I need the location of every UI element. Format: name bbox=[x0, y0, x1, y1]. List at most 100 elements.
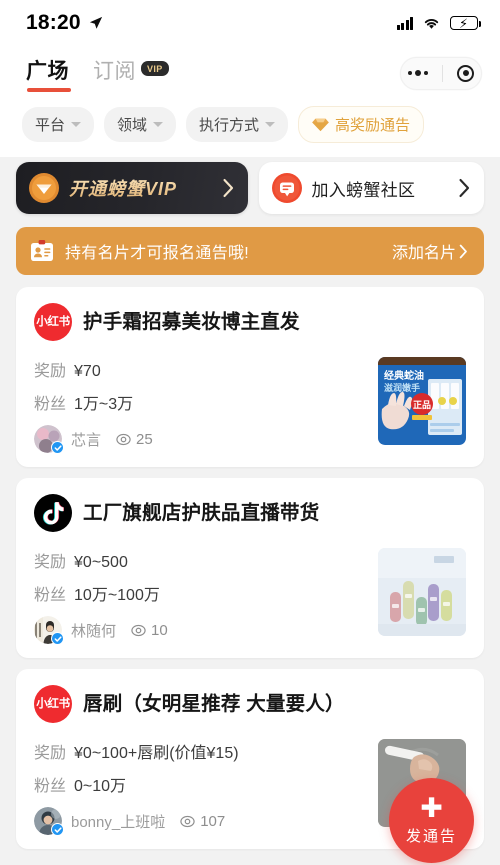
card-header: 小红书 护手霜招募美妆博主直发 bbox=[34, 303, 466, 341]
add-business-card-action[interactable]: 添加名片 bbox=[392, 239, 468, 263]
announcement-feed: 小红书 护手霜招募美妆博主直发 奖励 ¥70 粉丝 1万~3万 芯言 25 经典… bbox=[0, 275, 500, 849]
filter-bar: 平台 领域 执行方式 高奖励通告 bbox=[0, 100, 500, 157]
eye-icon bbox=[116, 433, 131, 445]
business-card-notice-bar[interactable]: 持有名片才可报名通告哦! 添加名片 bbox=[16, 227, 484, 275]
filter-platform[interactable]: 平台 bbox=[22, 107, 95, 142]
tab-plaza-label: 广场 bbox=[26, 59, 69, 83]
xiaohongshu-platform-icon: 小红书 bbox=[34, 685, 72, 723]
open-vip-banner[interactable]: 开通螃蟹VIP bbox=[16, 162, 248, 214]
cellular-signal-icon bbox=[396, 16, 413, 30]
card-meta: 奖励 ¥70 粉丝 1万~3万 芯言 25 bbox=[34, 357, 366, 454]
more-dots-icon[interactable] bbox=[408, 70, 428, 76]
chevron-right-icon bbox=[222, 178, 235, 198]
miniprogram-capsule[interactable] bbox=[400, 56, 482, 90]
id-card-icon bbox=[31, 240, 53, 261]
view-count: 107 bbox=[180, 813, 225, 830]
avatar bbox=[34, 807, 64, 836]
reward-label: 奖励 bbox=[34, 363, 67, 380]
join-community-banner[interactable]: 加入螃蟹社区 bbox=[258, 162, 484, 214]
svg-text:经典蛇油: 经典蛇油 bbox=[384, 369, 424, 382]
filter-field[interactable]: 领域 bbox=[104, 107, 177, 142]
fans-label: 粉丝 bbox=[34, 778, 67, 795]
diamond-icon bbox=[312, 118, 329, 132]
author-name: 芯言 bbox=[71, 431, 102, 449]
verified-badge-icon bbox=[51, 632, 64, 645]
battery-charging-icon: ⚡ bbox=[450, 16, 482, 31]
filter-execution-mode[interactable]: 执行方式 bbox=[186, 107, 289, 142]
tab-subscribe[interactable]: 订阅 VIP bbox=[93, 55, 169, 92]
reward-row: 奖励 ¥70 bbox=[34, 357, 366, 381]
tab-plaza[interactable]: 广场 bbox=[26, 55, 71, 92]
thumbnail-image bbox=[378, 548, 466, 636]
card-author[interactable]: bonny_上班啦 107 bbox=[34, 807, 366, 836]
vip-shield-icon bbox=[29, 173, 59, 203]
reward-value: ¥70 bbox=[74, 363, 101, 380]
card-author[interactable]: 林随何 10 bbox=[34, 616, 366, 645]
view-count: 25 bbox=[116, 431, 153, 448]
card-thumbnail[interactable]: 经典蛇油 滋润嫩手 正品 bbox=[378, 357, 466, 445]
status-bar-right: ⚡ bbox=[396, 16, 482, 31]
post-announcement-label: 发通告 bbox=[405, 828, 457, 845]
eye-icon bbox=[131, 624, 146, 636]
card-header: 工厂旗舰店护肤品直播带货 bbox=[34, 494, 466, 532]
vip-badge: VIP bbox=[141, 61, 169, 76]
author-name: bonny_上班啦 bbox=[71, 813, 166, 831]
wifi-icon bbox=[424, 18, 439, 29]
chevron-down-icon bbox=[71, 122, 82, 127]
eye-icon bbox=[180, 815, 195, 827]
author-name: 林随何 bbox=[71, 622, 117, 640]
announcement-card[interactable]: 工厂旗舰店护肤品直播带货 奖励 ¥0~500 粉丝 10万~100万 林随何 1… bbox=[16, 478, 484, 658]
douyin-platform-icon bbox=[34, 494, 72, 532]
open-vip-label: 开通螃蟹VIP bbox=[69, 175, 177, 201]
view-count-value: 10 bbox=[151, 621, 168, 639]
svg-text:正品: 正品 bbox=[413, 400, 431, 411]
reward-value: ¥0~100+唇刷(价值¥15) bbox=[74, 745, 239, 762]
chevron-down-icon bbox=[265, 122, 276, 127]
fans-value: 0~10万 bbox=[74, 778, 127, 795]
join-community-label: 加入螃蟹社区 bbox=[311, 180, 416, 200]
reward-row: 奖励 ¥0~500 bbox=[34, 548, 366, 572]
chat-bubble-icon bbox=[271, 173, 302, 203]
fans-label: 粉丝 bbox=[34, 587, 67, 604]
chevron-right-icon bbox=[458, 178, 471, 198]
card-title: 工厂旗舰店护肤品直播带货 bbox=[83, 501, 320, 524]
card-thumbnail[interactable] bbox=[378, 548, 466, 636]
verified-badge-icon bbox=[51, 823, 64, 836]
thumbnail-image: 经典蛇油 滋润嫩手 正品 bbox=[378, 357, 466, 445]
status-bar-left: 18:20 bbox=[26, 11, 103, 35]
card-meta: 奖励 ¥0~100+唇刷(价值¥15) 粉丝 0~10万 bonny_上班啦 1… bbox=[34, 739, 366, 836]
location-arrow-icon bbox=[89, 16, 102, 29]
filter-high-reward[interactable]: 高奖励通告 bbox=[298, 106, 425, 143]
post-announcement-fab[interactable]: ✚ 发通告 bbox=[389, 778, 474, 863]
filter-platform-label: 平台 bbox=[35, 117, 66, 134]
add-business-card-label: 添加名片 bbox=[391, 245, 456, 262]
xiaohongshu-platform-icon: 小红书 bbox=[34, 303, 72, 341]
card-body: 奖励 ¥70 粉丝 1万~3万 芯言 25 经典蛇油 滋润嫩手 正品 bbox=[34, 357, 466, 454]
avatar bbox=[34, 425, 64, 454]
announcement-card[interactable]: 小红书 护手霜招募美妆博主直发 奖励 ¥70 粉丝 1万~3万 芯言 25 经典… bbox=[16, 287, 484, 467]
tab-bar: 广场 订阅 VIP bbox=[26, 55, 169, 92]
view-count-value: 107 bbox=[200, 812, 226, 830]
card-body: 奖励 ¥0~500 粉丝 10万~100万 林随何 10 bbox=[34, 548, 466, 645]
verified-badge-icon bbox=[51, 441, 64, 454]
plus-icon: ✚ bbox=[420, 793, 443, 823]
card-title: 护手霜招募美妆博主直发 bbox=[83, 310, 300, 333]
target-circle-icon[interactable] bbox=[457, 64, 474, 82]
filter-execution-mode-label: 执行方式 bbox=[199, 117, 260, 134]
tab-subscribe-label: 订阅 bbox=[93, 59, 136, 83]
chevron-right-icon bbox=[459, 244, 467, 258]
card-author[interactable]: 芯言 25 bbox=[34, 425, 366, 454]
card-title: 唇刷（女明星推荐 大量要人） bbox=[83, 692, 345, 715]
fans-row: 粉丝 10万~100万 bbox=[34, 581, 366, 605]
avatar bbox=[34, 616, 64, 645]
promo-banner-row: 开通螃蟹VIP 加入螃蟹社区 bbox=[0, 157, 500, 214]
reward-value: ¥0~500 bbox=[74, 554, 128, 571]
reward-label: 奖励 bbox=[34, 554, 67, 571]
fans-row: 粉丝 0~10万 bbox=[34, 772, 366, 796]
filter-field-label: 领域 bbox=[117, 117, 148, 134]
chevron-down-icon bbox=[153, 122, 164, 127]
top-navigation-bar: 广场 订阅 VIP bbox=[0, 46, 500, 100]
card-meta: 奖励 ¥0~500 粉丝 10万~100万 林随何 10 bbox=[34, 548, 366, 645]
status-bar: 18:20 ⚡ bbox=[0, 0, 500, 46]
reward-row: 奖励 ¥0~100+唇刷(价值¥15) bbox=[34, 739, 366, 763]
